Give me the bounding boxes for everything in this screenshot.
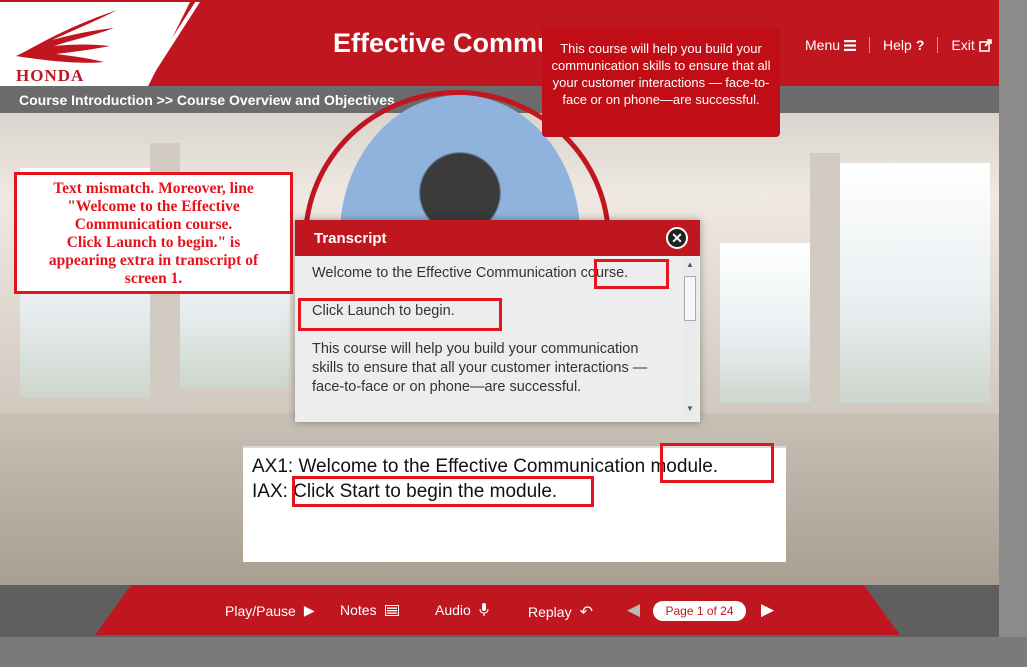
help-label: Help [883,37,912,53]
close-icon[interactable]: ✕ [666,227,688,249]
scroll-down-icon[interactable]: ▼ [686,404,694,413]
notes-icon [384,604,399,616]
transcript-header: Transcript [295,220,700,256]
page-indicator: Page 1 of 24 [653,601,746,621]
highlight-box [298,298,502,331]
next-page-icon[interactable]: ▶ [761,600,774,620]
hamburger-icon [844,39,857,51]
question-mark-icon: ? [915,37,925,53]
highlight-box [660,443,774,483]
transcript-paragraph: This course will help you build your com… [312,341,648,395]
microphone-icon [479,603,489,616]
audio-label: Audio [435,602,471,618]
annotation-line: appearing extra in transcript of [48,252,259,269]
background-window [840,163,990,403]
help-button[interactable]: Help ? [883,37,924,53]
honda-logo-text: HONDA [16,66,85,85]
bottom-margin [0,637,1027,667]
review-annotation: Text mismatch. Moreover, line "Welcome t… [14,172,293,294]
nav-divider [869,37,871,53]
replay-icon: ↶ [579,604,593,621]
menu-label: Menu [805,37,841,53]
exit-button[interactable]: Exit [951,37,992,53]
menu-button[interactable]: Menu [805,37,857,53]
exit-label: Exit [951,37,975,53]
nav-divider [937,37,939,53]
header-bar: HONDA Effective Communication Menu Help … [0,0,999,86]
highlight-box [594,259,669,289]
play-pause-label: Play/Pause [225,602,296,619]
highlight-box [292,476,594,507]
replay-label: Replay [528,604,572,620]
notes-button[interactable]: Notes [340,602,399,618]
honda-wing-logo-icon [16,10,117,63]
annotation-line: Communication course. [74,216,233,233]
replay-button[interactable]: Replay ↶ [528,602,593,622]
right-margin [999,0,1027,637]
play-icon: ▶ [303,602,315,618]
transcript-title: Transcript [314,229,387,247]
audio-button[interactable]: Audio [435,602,489,618]
speech-bubble: This course will help you build your com… [542,27,780,137]
play-pause-button[interactable]: Play/Pause ▶ [225,602,315,619]
course-player: HONDA Effective Communication Menu Help … [0,0,999,637]
transcript-scrollbar[interactable]: ▲ ▼ [683,258,697,416]
annotation-line: Text mismatch. Moreover, line [53,180,254,197]
background-window [720,243,810,403]
background-pillar [810,153,840,413]
caption-line: AX1: Welcome to the Effective Communicat… [252,456,719,477]
notes-label: Notes [340,602,377,618]
annotation-line: Click Launch to begin." is [66,234,241,251]
previous-page-icon[interactable]: ◀ [627,600,640,620]
top-navigation: Menu Help ? Exit [805,37,992,53]
external-link-icon [978,38,992,52]
breadcrumb-text: Course Introduction >> Course Overview a… [19,92,395,108]
scroll-up-icon[interactable]: ▲ [686,260,694,269]
annotation-line: screen 1. [124,270,183,287]
annotation-line: "Welcome to the Effective [67,198,240,215]
footer-controls-bar [95,585,900,635]
scrollbar-thumb[interactable] [684,276,696,321]
